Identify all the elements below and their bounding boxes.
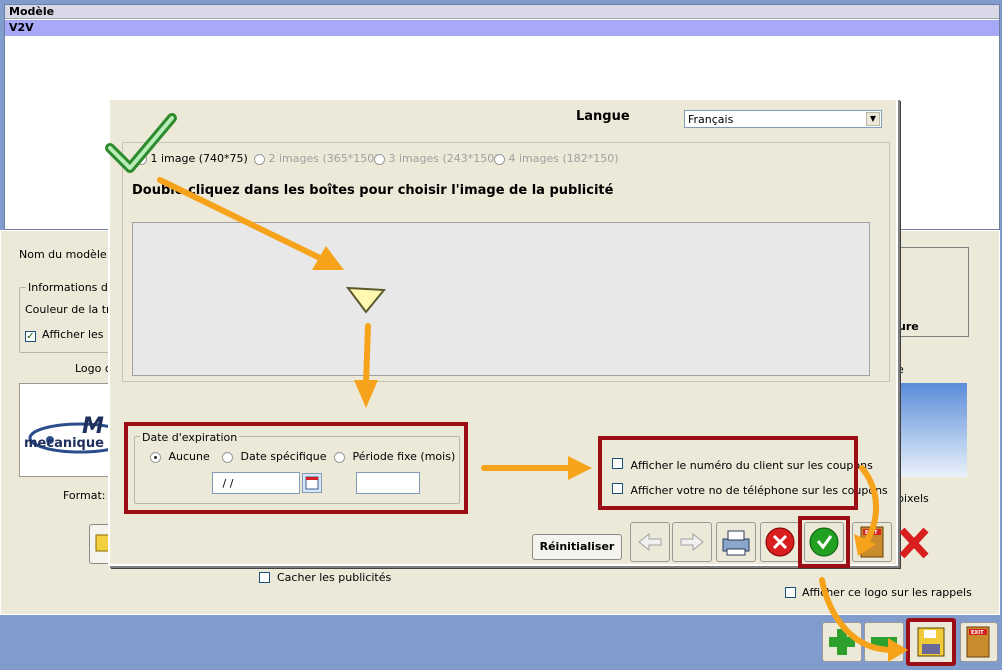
check-mark-icon (105, 113, 177, 173)
annotation-overlay (105, 113, 908, 662)
cursor-icon (345, 286, 387, 314)
arrow-down-expiry-head (354, 380, 378, 408)
arrow-to-exit-head (854, 534, 876, 556)
arrow-to-save (819, 577, 895, 653)
arrow-right-coupons-head (568, 456, 592, 480)
arrow-to-image-box (157, 177, 323, 261)
arrow-to-exit (859, 465, 879, 545)
arrow-down-expiry (363, 323, 371, 387)
arrow-to-save-head (888, 638, 908, 662)
